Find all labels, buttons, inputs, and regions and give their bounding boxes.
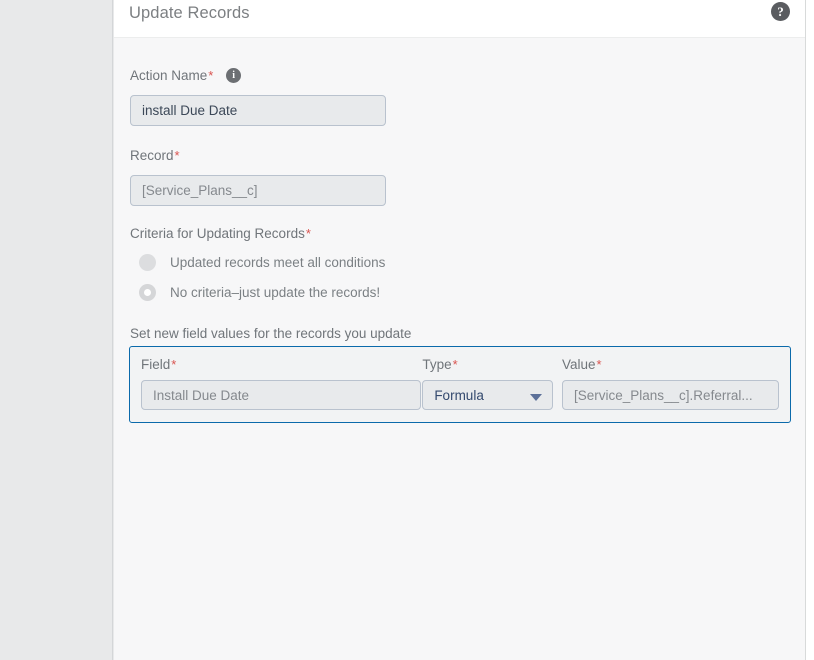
field-values-label-text: Set new field values for the records you… (130, 326, 412, 341)
panel-body: Action Name* i install Due Date Record* … (114, 38, 805, 660)
screen-root: Update Records ? Action Name* i install … (0, 0, 814, 660)
field-values-section-label: Set new field values for the records you… (130, 326, 411, 342)
record-label-text: Record (130, 148, 174, 163)
criteria-option-label: Updated records meet all conditions (170, 254, 386, 270)
left-gutter (0, 0, 113, 660)
page-title: Update Records (129, 4, 250, 22)
required-marker: * (208, 68, 214, 83)
record-label: Record* (130, 148, 386, 164)
type-select[interactable]: Formula (422, 380, 554, 410)
chevron-down-icon[interactable] (530, 394, 543, 401)
action-name-label: Action Name* i (130, 68, 386, 84)
criteria-label: Criteria for Updating Records* (130, 226, 550, 242)
action-name-input[interactable]: install Due Date (130, 95, 386, 126)
criteria-option-label: No criteria–just update the records! (170, 284, 381, 300)
panel-header: Update Records ? (114, 0, 805, 38)
criteria-group: Criteria for Updating Records* Updated r… (130, 226, 550, 305)
required-marker: * (171, 357, 177, 372)
action-name-label-text: Action Name (130, 68, 208, 83)
type-label: Type* (422, 357, 562, 373)
required-marker: * (452, 357, 458, 372)
criteria-option-no-criteria[interactable]: No criteria–just update the records! (130, 279, 550, 305)
required-marker: * (596, 357, 602, 372)
value-label: Value* (562, 357, 779, 373)
criteria-option-all-conditions[interactable]: Updated records meet all conditions (130, 249, 550, 275)
field-column: Field* Install Due Date (141, 357, 422, 410)
value-column: Value* [Service_Plans__c].Referral... (562, 357, 779, 410)
record-input[interactable]: [Service_Plans__c] (130, 175, 386, 206)
required-marker: * (174, 148, 180, 163)
field-values-card: Field* Install Due Date Type* Formula Va… (129, 346, 791, 423)
radio-selected-icon[interactable] (139, 283, 156, 301)
type-label-text: Type (422, 357, 452, 372)
value-input[interactable]: [Service_Plans__c].Referral... (562, 380, 779, 410)
radio-unselected-icon[interactable] (139, 253, 156, 271)
help-circle-icon[interactable]: ? (771, 2, 790, 21)
field-label: Field* (141, 357, 422, 373)
action-name-group: Action Name* i install Due Date (130, 68, 386, 126)
type-column: Type* Formula (422, 357, 562, 410)
required-marker: * (305, 226, 311, 241)
update-records-panel: Update Records ? Action Name* i install … (114, 0, 805, 660)
criteria-label-text: Criteria for Updating Records (130, 226, 305, 241)
info-circle-icon[interactable]: i (226, 68, 242, 83)
field-label-text: Field (141, 357, 171, 372)
right-edge-strip (805, 0, 814, 660)
record-group: Record* [Service_Plans__c] (130, 148, 386, 206)
field-input[interactable]: Install Due Date (141, 380, 421, 410)
type-select-value: Formula (434, 388, 484, 403)
value-label-text: Value (562, 357, 596, 372)
